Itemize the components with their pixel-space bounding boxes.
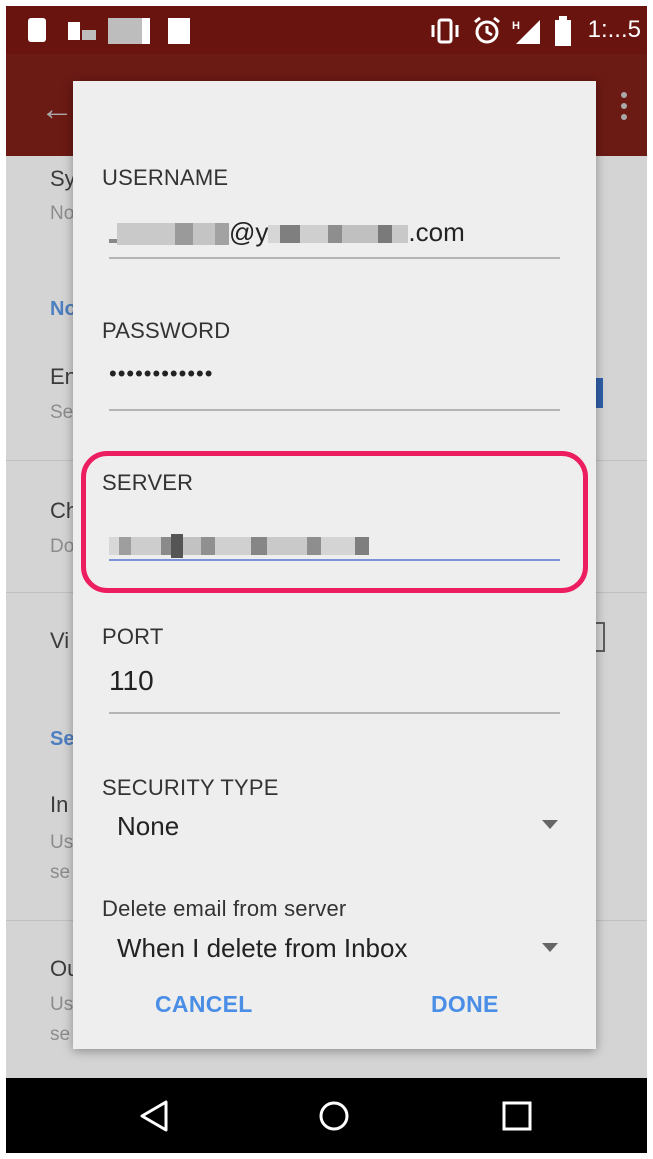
bg-divider xyxy=(6,592,76,593)
notification-icon xyxy=(82,30,96,40)
signal-icon: H xyxy=(512,20,540,44)
username-suffix: .com xyxy=(408,217,465,247)
bg-setting-subtitle: se xyxy=(50,1024,71,1045)
bg-divider xyxy=(595,460,647,461)
delete-email-label: Delete email from server xyxy=(102,896,347,921)
bg-section-header: No xyxy=(50,298,74,320)
security-type-value: None xyxy=(117,811,180,841)
password-label: PASSWORD xyxy=(102,318,231,343)
bg-setting-subtitle: Do xyxy=(50,536,74,557)
cancel-button[interactable]: CANCEL xyxy=(155,991,253,1018)
bg-setting-subtitle: Us xyxy=(50,832,74,853)
vibrate-icon xyxy=(431,18,459,44)
username-underline xyxy=(109,257,560,259)
chevron-down-icon xyxy=(542,820,558,829)
done-button[interactable]: DONE xyxy=(431,991,499,1018)
bg-setting-subtitle: Us xyxy=(50,994,74,1015)
home-nav-icon[interactable] xyxy=(314,1098,354,1134)
server-label: SERVER xyxy=(102,470,194,495)
notification-icon xyxy=(68,22,80,40)
alarm-icon xyxy=(474,16,500,44)
delete-email-value: When I delete from Inbox xyxy=(117,933,408,963)
bg-setting-title: In xyxy=(50,792,69,817)
port-field[interactable]: 110 xyxy=(109,665,154,697)
bg-divider xyxy=(595,920,647,921)
port-underline xyxy=(109,712,560,714)
notification-icon xyxy=(28,18,46,42)
bg-setting-subtitle: se xyxy=(50,862,71,883)
bg-divider xyxy=(595,592,647,593)
bg-setting-title: Sy xyxy=(50,166,74,191)
username-label: USERNAME xyxy=(102,165,229,190)
bg-setting-subtitle: No xyxy=(50,203,74,224)
username-at: @y xyxy=(229,217,269,247)
bg-setting-title: Vi xyxy=(50,628,70,653)
notification-icon xyxy=(142,18,150,44)
bg-setting-title: Ch xyxy=(50,498,74,523)
bg-setting-title: En xyxy=(50,364,74,389)
bg-setting-title: Ou xyxy=(50,956,74,981)
battery-icon xyxy=(555,16,571,46)
svg-text:H: H xyxy=(512,20,520,32)
phone-screen: H 1:...5 ← Sy No No En Se Ch Do Vi Se In… xyxy=(6,6,647,1153)
notification-icon xyxy=(108,18,142,44)
bg-divider xyxy=(6,920,76,921)
chevron-down-icon xyxy=(542,943,558,952)
port-label: PORT xyxy=(102,624,164,649)
back-arrow-icon[interactable]: ← xyxy=(40,92,74,126)
notification-icon xyxy=(168,18,190,44)
bg-section-header: Se xyxy=(50,728,74,750)
navigation-bar xyxy=(6,1078,647,1153)
server-underline xyxy=(109,559,560,561)
back-nav-icon[interactable] xyxy=(134,1098,174,1134)
overflow-menu-icon[interactable] xyxy=(621,92,629,122)
recents-nav-icon[interactable] xyxy=(496,1098,536,1134)
status-bar: H 1:...5 xyxy=(6,6,647,54)
username-field[interactable]: @y .com xyxy=(109,217,465,248)
server-settings-dialog: USERNAME @y .com PASSWORD •••••••••••• SE… xyxy=(73,81,596,1049)
password-underline xyxy=(109,409,560,411)
server-field[interactable] xyxy=(109,529,369,560)
security-type-label: SECURITY TYPE xyxy=(102,775,279,800)
password-field[interactable]: •••••••••••• xyxy=(109,361,213,387)
bg-divider xyxy=(6,460,76,461)
clock: 1:...5 xyxy=(587,16,641,43)
bg-setting-subtitle: Se xyxy=(50,402,74,423)
